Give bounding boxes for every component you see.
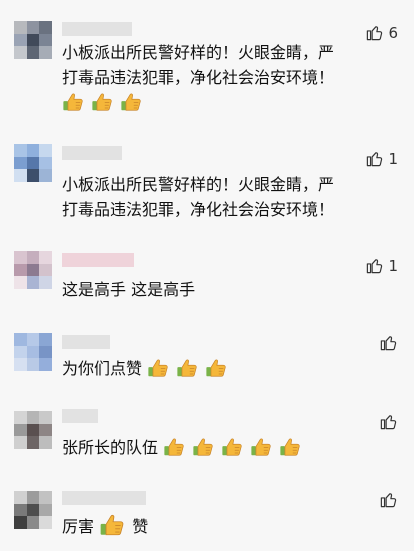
thumbs-up-emoji-icon bbox=[91, 91, 113, 113]
thumbs-up-emoji-icon bbox=[99, 512, 125, 538]
like-button[interactable]: 6 bbox=[365, 23, 398, 42]
like-button[interactable]: 1 bbox=[365, 149, 398, 168]
comment-text: 张所长的队伍 bbox=[62, 435, 303, 460]
thumbs-up-emoji-icon bbox=[279, 436, 301, 458]
emoji-row bbox=[62, 90, 334, 115]
thumbs-up-outline-icon bbox=[365, 256, 384, 275]
username-blurred[interactable] bbox=[62, 146, 122, 160]
thumbs-up-emoji-icon bbox=[62, 91, 84, 113]
comment-line: 打毒品违法犯罪，净化社会治安环境！ bbox=[62, 68, 335, 87]
thumbs-up-outline-icon bbox=[379, 333, 398, 352]
like-count: 6 bbox=[388, 23, 398, 42]
comment-text: 为你们点赞 bbox=[62, 356, 229, 381]
avatar[interactable] bbox=[14, 411, 52, 449]
thumbs-up-emoji-icon bbox=[147, 357, 169, 379]
username-blurred[interactable] bbox=[62, 335, 110, 349]
thumbs-up-emoji-icon bbox=[205, 357, 227, 379]
like-button[interactable] bbox=[379, 490, 398, 509]
comment-line: 小板派出所民警好样的！火眼金睛，严 bbox=[62, 43, 335, 62]
thumbs-up-outline-icon bbox=[379, 490, 398, 509]
avatar[interactable] bbox=[14, 21, 52, 59]
like-button[interactable] bbox=[379, 333, 398, 352]
avatar[interactable] bbox=[14, 251, 52, 289]
username-blurred[interactable] bbox=[62, 253, 134, 267]
avatar[interactable] bbox=[14, 144, 52, 182]
avatar[interactable] bbox=[14, 491, 52, 529]
like-count: 1 bbox=[388, 149, 398, 168]
comment-line: 小板派出所民警好样的！火眼金睛，严 bbox=[62, 175, 335, 194]
thumbs-up-outline-icon bbox=[365, 149, 384, 168]
like-count: 1 bbox=[388, 256, 398, 275]
thumbs-up-emoji-icon bbox=[120, 91, 142, 113]
comment-text: 小板派出所民警好样的！火眼金睛，严 打毒品违法犯罪，净化社会治安环境！ bbox=[62, 172, 334, 222]
comment-text: 这是高手 这是高手 bbox=[62, 280, 196, 299]
username-blurred[interactable] bbox=[62, 409, 98, 423]
comment-line: 打毒品违法犯罪，净化社会治安环境！ bbox=[62, 200, 335, 219]
thumbs-up-emoji-icon bbox=[250, 436, 272, 458]
like-button[interactable]: 1 bbox=[365, 256, 398, 275]
thumbs-up-emoji-icon bbox=[163, 436, 185, 458]
thumbs-up-emoji-icon bbox=[221, 436, 243, 458]
username-blurred[interactable] bbox=[62, 22, 132, 36]
comment-text-before: 厉害 bbox=[62, 517, 95, 536]
thumbs-up-outline-icon bbox=[365, 23, 384, 42]
comment-text-content: 为你们点赞 bbox=[62, 359, 143, 378]
like-button[interactable] bbox=[379, 412, 398, 431]
comment-text-after: 赞 bbox=[132, 517, 149, 536]
thumbs-up-emoji-icon bbox=[176, 357, 198, 379]
comment-text: 小板派出所民警好样的！火眼金睛，严 打毒品违法犯罪，净化社会治安环境！ bbox=[62, 40, 334, 115]
comment-text: 厉害 赞 bbox=[62, 512, 148, 539]
thumbs-up-outline-icon bbox=[379, 412, 398, 431]
thumbs-up-emoji-icon bbox=[192, 436, 214, 458]
username-blurred[interactable] bbox=[62, 491, 146, 505]
comment-text-content: 张所长的队伍 bbox=[62, 438, 159, 457]
avatar[interactable] bbox=[14, 333, 52, 371]
